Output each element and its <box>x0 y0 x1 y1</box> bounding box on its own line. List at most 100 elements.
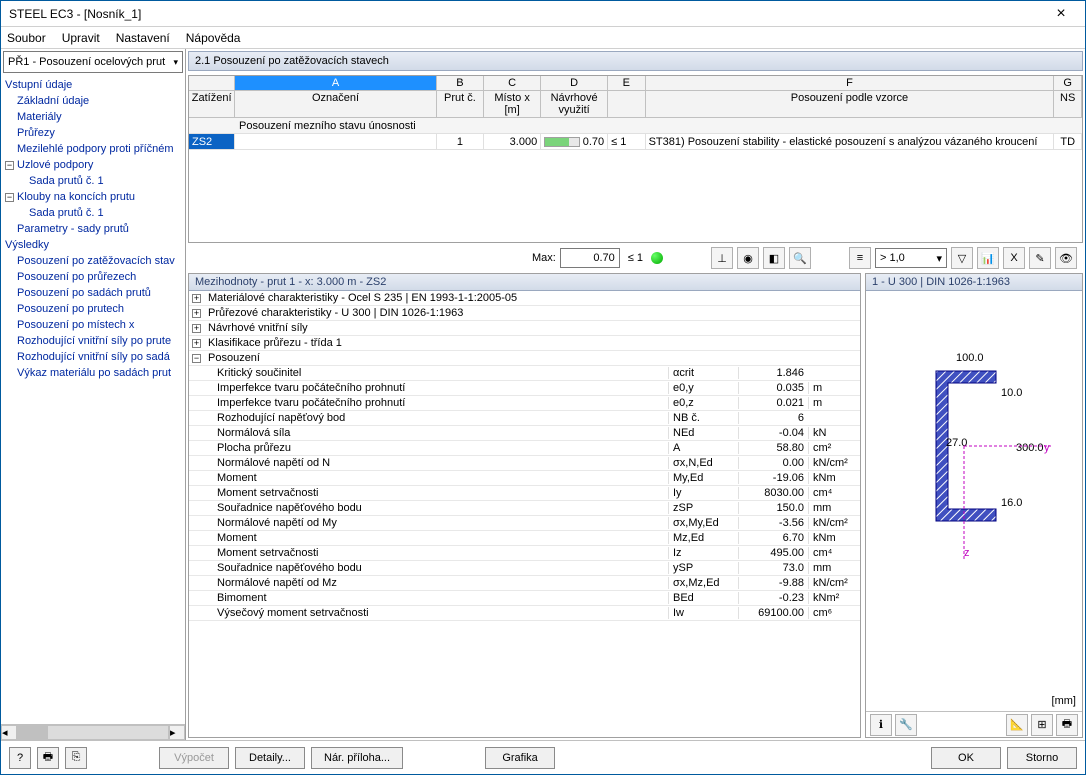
detail-row[interactable]: Výsečový moment setrvačnostiIw69100.00cm… <box>189 606 860 621</box>
detail-group[interactable]: +Průřezové charakteristiky - U 300 | DIN… <box>189 306 860 321</box>
col-head-b[interactable]: B <box>437 76 484 90</box>
detail-row[interactable]: BimomentBEd-0.23kNm² <box>189 591 860 606</box>
print-icon[interactable]: 🖶 <box>37 747 59 769</box>
filter-icon[interactable]: ▽ <box>951 247 973 269</box>
details-button[interactable]: Detaily... <box>235 747 305 769</box>
tree-group-results[interactable]: Výsledky <box>1 237 185 253</box>
detail-row[interactable]: Souřadnice napěťového boduySP73.0mm <box>189 561 860 576</box>
detail-row[interactable]: Imperfekce tvaru počátečního prohnutíe0,… <box>189 396 860 411</box>
detail-row[interactable]: Moment setrvačnostiIz495.00cm⁴ <box>189 546 860 561</box>
tree-item[interactable]: Rozhodující vnitřní síly po prute <box>1 333 185 349</box>
filter-combo[interactable]: > 1,0▾ <box>875 248 947 268</box>
tree-item[interactable]: Sada prutů č. 1 <box>1 205 185 221</box>
max-value[interactable] <box>560 248 620 268</box>
col-head-d[interactable]: D <box>541 76 608 90</box>
print-icon[interactable]: 🖶 <box>1056 714 1078 736</box>
cancel-button[interactable]: Storno <box>1007 747 1077 769</box>
tree-item[interactable]: Výkaz materiálu po sadách prut <box>1 365 185 381</box>
tree-item[interactable]: Posouzení po průřezech <box>1 269 185 285</box>
detail-row[interactable]: Moment setrvačnostiIy8030.00cm⁴ <box>189 486 860 501</box>
detail-group[interactable]: +Materiálové charakteristiky - Ocel S 23… <box>189 291 860 306</box>
tree-group-input[interactable]: Vstupní údaje <box>1 77 185 93</box>
graphics-button[interactable]: Grafika <box>485 747 555 769</box>
tree-item[interactable]: Posouzení po zatěžovacích stav <box>1 253 185 269</box>
tool-icon[interactable]: ◉ <box>737 247 759 269</box>
tree-item[interactable]: Posouzení po sadách prutů <box>1 285 185 301</box>
detail-body[interactable]: +Materiálové charakteristiky - Ocel S 23… <box>189 291 860 737</box>
ok-button[interactable]: OK <box>931 747 1001 769</box>
preview-canvas[interactable]: 100.0 300.0 10.0 16.0 27.0 y z [mm] <box>866 291 1082 711</box>
svg-text:16.0: 16.0 <box>1001 497 1022 509</box>
col-head-c[interactable]: C <box>484 76 541 90</box>
tree-item[interactable]: Posouzení po prutech <box>1 301 185 317</box>
detail-row[interactable]: Kritický součinitelαcrit1.846 <box>189 366 860 381</box>
tool-icon[interactable]: 📐 <box>1006 714 1028 736</box>
col-label: Posouzení podle vzorce <box>646 91 1055 117</box>
detail-unit: kN/cm² <box>808 577 860 589</box>
tool-icon[interactable]: 🔧 <box>895 714 917 736</box>
annex-button[interactable]: Nár. příloha... <box>311 747 403 769</box>
calculate-button[interactable]: Výpočet <box>159 747 229 769</box>
menu-help[interactable]: Nápověda <box>186 31 241 45</box>
tree-item[interactable]: Parametry - sady prutů <box>1 221 185 237</box>
detail-value: 69100.00 <box>738 607 808 619</box>
detail-label: Souřadnice napěťového bodu <box>189 562 668 574</box>
tree-item[interactable]: Mezilehlé podpory proti příčném <box>1 141 185 157</box>
col-head-e[interactable]: E <box>608 76 645 90</box>
tool-icon[interactable]: ⊥ <box>711 247 733 269</box>
preview-toolbar: ℹ 🔧 📐 ⊞ 🖶 <box>866 711 1082 737</box>
tree-item-hinges[interactable]: −Klouby na koncích prutu <box>1 189 185 205</box>
svg-text:y: y <box>1044 442 1050 454</box>
detail-row[interactable]: Rozhodující napěťový bodNB č.6 <box>189 411 860 426</box>
tree-item[interactable]: Posouzení po místech x <box>1 317 185 333</box>
tool-icon[interactable]: ✎ <box>1029 247 1051 269</box>
detail-panel: Mezihodnoty - prut 1 - x: 3.000 m - ZS2 … <box>188 273 861 738</box>
detail-row[interactable]: Imperfekce tvaru počátečního prohnutíe0,… <box>189 381 860 396</box>
tree-item[interactable]: Sada prutů č. 1 <box>1 173 185 189</box>
detail-row[interactable]: Plocha průřezuA58.80cm² <box>189 441 860 456</box>
help-icon[interactable]: ? <box>9 747 31 769</box>
detail-row[interactable]: Souřadnice napěťového boduzSP150.0mm <box>189 501 860 516</box>
detail-row[interactable]: MomentMz,Ed6.70kNm <box>189 531 860 546</box>
detail-label: Moment <box>189 472 668 484</box>
detail-row[interactable]: Normálová sílaNEd-0.04kN <box>189 426 860 441</box>
detail-unit: kN/cm² <box>808 517 860 529</box>
cell <box>235 134 437 149</box>
detail-unit: cm⁴ <box>808 487 860 499</box>
detail-row[interactable]: Normálové napětí od Nσx,N,Ed0.00kN/cm² <box>189 456 860 471</box>
tool-icon[interactable]: ⊞ <box>1031 714 1053 736</box>
tool-icon[interactable]: ≡ <box>849 247 871 269</box>
menu-file[interactable]: Soubor <box>7 31 46 45</box>
tree-item[interactable]: Rozhodující vnitřní síly po sadá <box>1 349 185 365</box>
tool-icon[interactable]: ◧ <box>763 247 785 269</box>
result-grid[interactable]: A B C D E F G Zatížení Označení Prut č. … <box>188 75 1083 243</box>
tree-item[interactable]: Základní údaje <box>1 93 185 109</box>
tree-item[interactable]: Průřezy <box>1 125 185 141</box>
tree-item-supports[interactable]: −Uzlové podpory <box>1 157 185 173</box>
close-icon[interactable]: × <box>1045 5 1077 23</box>
detail-row[interactable]: MomentMy,Ed-19.06kNm <box>189 471 860 486</box>
grid-row[interactable]: ZS2 1 3.000 0.70 ≤ 1 ST381) Posouzení st… <box>189 134 1082 150</box>
detail-group[interactable]: +Klasifikace průřezu - třída 1 <box>189 336 860 351</box>
detail-row[interactable]: Normálové napětí od Myσx,My,Ed-3.56kN/cm… <box>189 516 860 531</box>
tool-icon[interactable]: ⎘ <box>65 747 87 769</box>
tool-icon[interactable]: 🔍 <box>789 247 811 269</box>
detail-group[interactable]: +Návrhové vnitřní síly <box>189 321 860 336</box>
detail-group[interactable]: −Posouzení <box>189 351 860 366</box>
tree-item[interactable]: Materiály <box>1 109 185 125</box>
case-combo[interactable]: PŘ1 - Posouzení ocelových prut ▾ <box>3 51 183 73</box>
detail-symbol: Mz,Ed <box>668 532 738 544</box>
col-head-a[interactable]: A <box>235 76 437 90</box>
tool-icon[interactable]: 📊 <box>977 247 999 269</box>
eye-icon[interactable]: 👁 <box>1055 247 1077 269</box>
detail-symbol: zSP <box>668 502 738 514</box>
col-head-g[interactable]: G <box>1054 76 1082 90</box>
h-scrollbar[interactable]: ◂▸ <box>1 724 185 740</box>
menu-settings[interactable]: Nastavení <box>116 31 170 45</box>
col-head-f[interactable]: F <box>646 76 1055 90</box>
detail-row[interactable]: Normálové napětí od Mzσx,Mz,Ed-9.88kN/cm… <box>189 576 860 591</box>
info-icon[interactable]: ℹ <box>870 714 892 736</box>
detail-unit: kNm <box>808 532 860 544</box>
menu-edit[interactable]: Upravit <box>62 31 100 45</box>
export-excel-icon[interactable]: X <box>1003 247 1025 269</box>
